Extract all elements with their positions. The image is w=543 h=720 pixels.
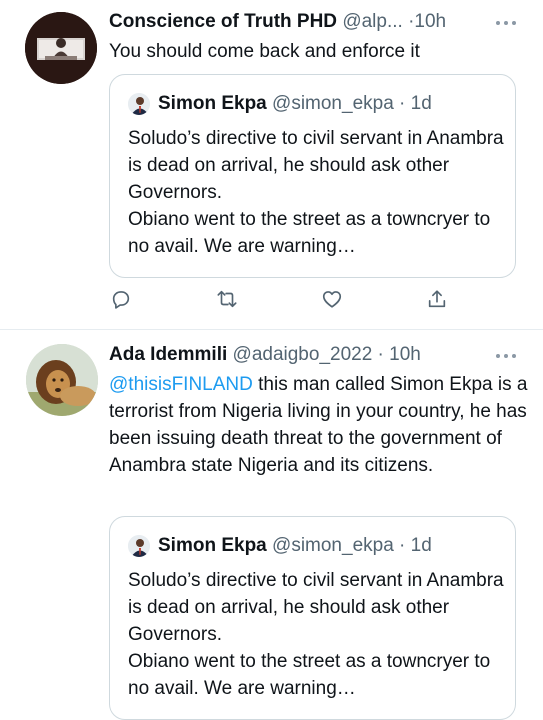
man-in-suit-icon [128,535,150,557]
person-at-desk-icon [25,12,97,84]
man-in-suit-icon [128,93,150,115]
retweet-icon [217,290,237,308]
author-name[interactable]: Ada Idemmili [109,344,227,365]
quoted-tweet-text: Soludo’s directive to civil servant in A… [128,570,504,699]
like-button[interactable] [319,286,345,312]
quoted-author-avatar [128,535,150,557]
quoted-tweet[interactable]: Simon Ekpa @simon_ekpa · 1d Soludo’s dir… [109,516,516,720]
tweet-text: @thisisFINLAND this man called Simon Ekp… [109,371,529,479]
quoted-tweet-header: Simon Ekpa @simon_ekpa · 1d [158,533,432,559]
share-icon [428,290,446,308]
author-avatar[interactable] [25,12,97,84]
author-name[interactable]: Conscience of Truth PHD [109,11,337,32]
tweet-header: Conscience of Truth PHD @alp... ·10h [109,10,446,34]
more-options-icon[interactable] [496,353,516,359]
handle-and-time[interactable]: @adaigbo_2022 · 10h [233,344,421,365]
handle-and-time[interactable]: @alp... ·10h [342,11,446,32]
quoted-tweet-text: Soludo’s directive to civil servant in A… [128,128,504,257]
tweet-header: Ada Idemmili @adaigbo_2022 · 10h [109,343,421,367]
author-avatar[interactable] [26,344,98,416]
quoted-handle-and-time: @simon_ekpa · 1d [272,93,432,114]
tweet[interactable]: Conscience of Truth PHD @alp... ·10h You… [0,0,543,329]
share-button[interactable] [424,286,450,312]
retweet-button[interactable] [214,286,240,312]
more-options-icon[interactable] [496,20,516,26]
tweet[interactable]: Ada Idemmili @adaigbo_2022 · 10h @thisis… [0,330,543,720]
quoted-tweet[interactable]: Simon Ekpa @simon_ekpa · 1d Soludo’s dir… [109,74,516,278]
quoted-author-name: Simon Ekpa [158,535,267,556]
quoted-tweet-header: Simon Ekpa @simon_ekpa · 1d [158,91,432,117]
like-icon [322,291,342,308]
reply-button[interactable] [108,286,134,312]
tweet-actions [108,286,458,312]
quoted-author-avatar [128,93,150,115]
tweet-text: You should come back and enforce it [109,41,420,62]
quoted-author-name: Simon Ekpa [158,93,267,114]
quoted-handle-and-time: @simon_ekpa · 1d [272,535,432,556]
reply-icon [112,291,130,309]
mention-link[interactable]: @thisisFINLAND [109,374,253,395]
lion-icon [26,344,98,416]
